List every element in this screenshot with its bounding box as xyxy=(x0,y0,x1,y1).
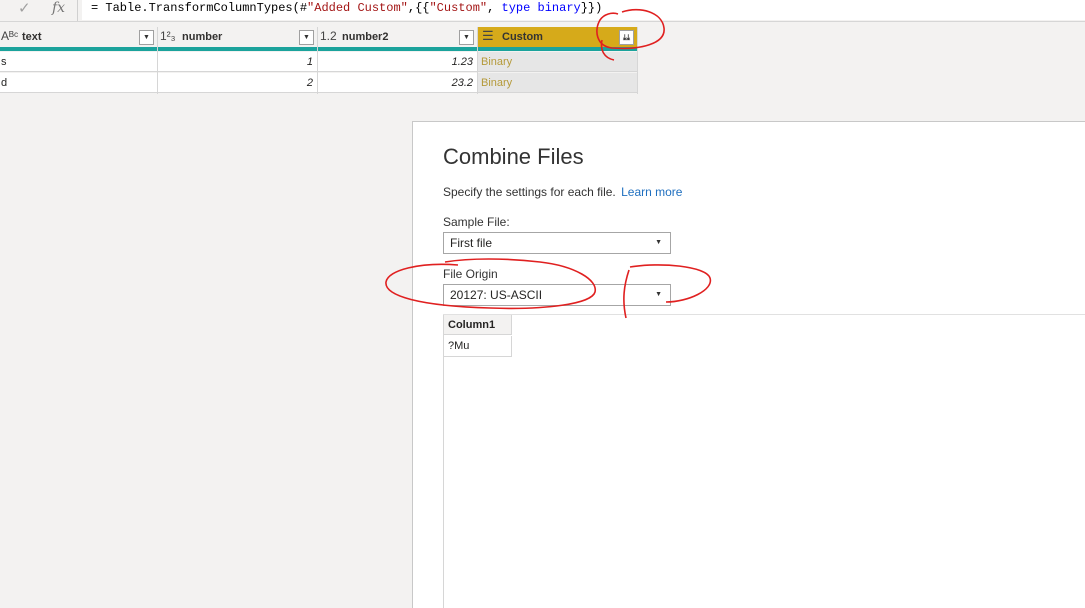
table-cell[interactable]: d xyxy=(0,73,157,93)
column-name: number xyxy=(182,31,223,43)
check-icon[interactable]: ✓ xyxy=(18,0,38,20)
fx-icon: fx xyxy=(52,0,66,16)
table-cell[interactable]: s xyxy=(0,52,157,72)
column-header-number[interactable]: 1²₃ number ▼ xyxy=(158,27,317,51)
dialog-description: Specify the settings for each file. Lear… xyxy=(443,185,682,199)
select-value: 20127: US-ASCII xyxy=(450,288,543,302)
table-cell[interactable]: 23.2 xyxy=(318,73,477,93)
formula-string: "Custom" xyxy=(429,1,488,15)
decimal-type-icon[interactable]: 1.2 xyxy=(320,29,337,43)
formula-input[interactable]: = Table.TransformColumnTypes(#"Added Cus… xyxy=(82,0,1085,20)
preview-cell: ?Mu xyxy=(444,336,512,357)
preview-border xyxy=(443,315,444,608)
column-name: number2 xyxy=(342,31,389,43)
formula-text xyxy=(530,1,537,15)
formula-text: = Table.TransformColumnTypes(# xyxy=(91,1,308,15)
formula-string: "Added Custom" xyxy=(307,1,408,15)
table-cell[interactable]: 2 xyxy=(158,73,317,93)
formula-text: }}) xyxy=(580,1,603,15)
formula-text: ,{{ xyxy=(407,1,430,15)
table-cell[interactable]: 1 xyxy=(158,52,317,72)
learn-more-link[interactable]: Learn more xyxy=(621,185,682,199)
sample-file-label: Sample File: xyxy=(443,215,510,229)
filter-dropdown-icon[interactable]: ▼ xyxy=(459,30,474,45)
binary-cell[interactable]: Binary xyxy=(478,52,637,72)
column-divider xyxy=(637,27,638,94)
preview-column-header: Column1 xyxy=(444,315,512,335)
whole-number-type-icon[interactable]: 1²₃ xyxy=(160,29,176,43)
column-header-number2[interactable]: 1.2 number2 ▼ xyxy=(318,27,477,51)
formula-keyword: type xyxy=(501,1,531,15)
filter-dropdown-icon[interactable]: ▼ xyxy=(139,30,154,45)
preview-divider xyxy=(443,314,1085,315)
formula-separator xyxy=(77,0,78,21)
table-cell[interactable]: 1.23 xyxy=(318,52,477,72)
table-type-icon[interactable]: ☰ xyxy=(482,28,494,44)
chevron-down-icon: ▼ xyxy=(655,291,662,298)
select-value: First file xyxy=(450,236,492,250)
chevron-down-icon: ▼ xyxy=(655,239,662,246)
formula-keyword: binary xyxy=(537,1,581,15)
file-origin-select[interactable]: 20127: US-ASCII ▼ xyxy=(443,284,671,306)
description-text: Specify the settings for each file. xyxy=(443,185,616,199)
formula-bar: ✓ fx = Table.TransformColumnTypes(#"Adde… xyxy=(0,0,1085,22)
combine-files-icon[interactable]: ⤓⤓ xyxy=(619,30,634,45)
text-type-icon[interactable]: Aᴮᶜ xyxy=(1,29,18,43)
combine-files-dialog: Combine Files Specify the settings for e… xyxy=(412,121,1085,608)
filter-dropdown-icon[interactable]: ▼ xyxy=(299,30,314,45)
binary-cell[interactable]: Binary xyxy=(478,73,637,93)
column-header-custom[interactable]: ☰ Custom ⤓⤓ xyxy=(478,27,637,51)
column-name: text xyxy=(22,31,42,43)
formula-text: , xyxy=(487,1,502,15)
column-name: Custom xyxy=(502,31,543,43)
column-header-text[interactable]: Aᴮᶜ text ▼ xyxy=(0,27,157,51)
dialog-title: Combine Files xyxy=(443,144,584,169)
file-origin-label: File Origin xyxy=(443,267,498,281)
sample-file-select[interactable]: First file ▼ xyxy=(443,232,671,254)
